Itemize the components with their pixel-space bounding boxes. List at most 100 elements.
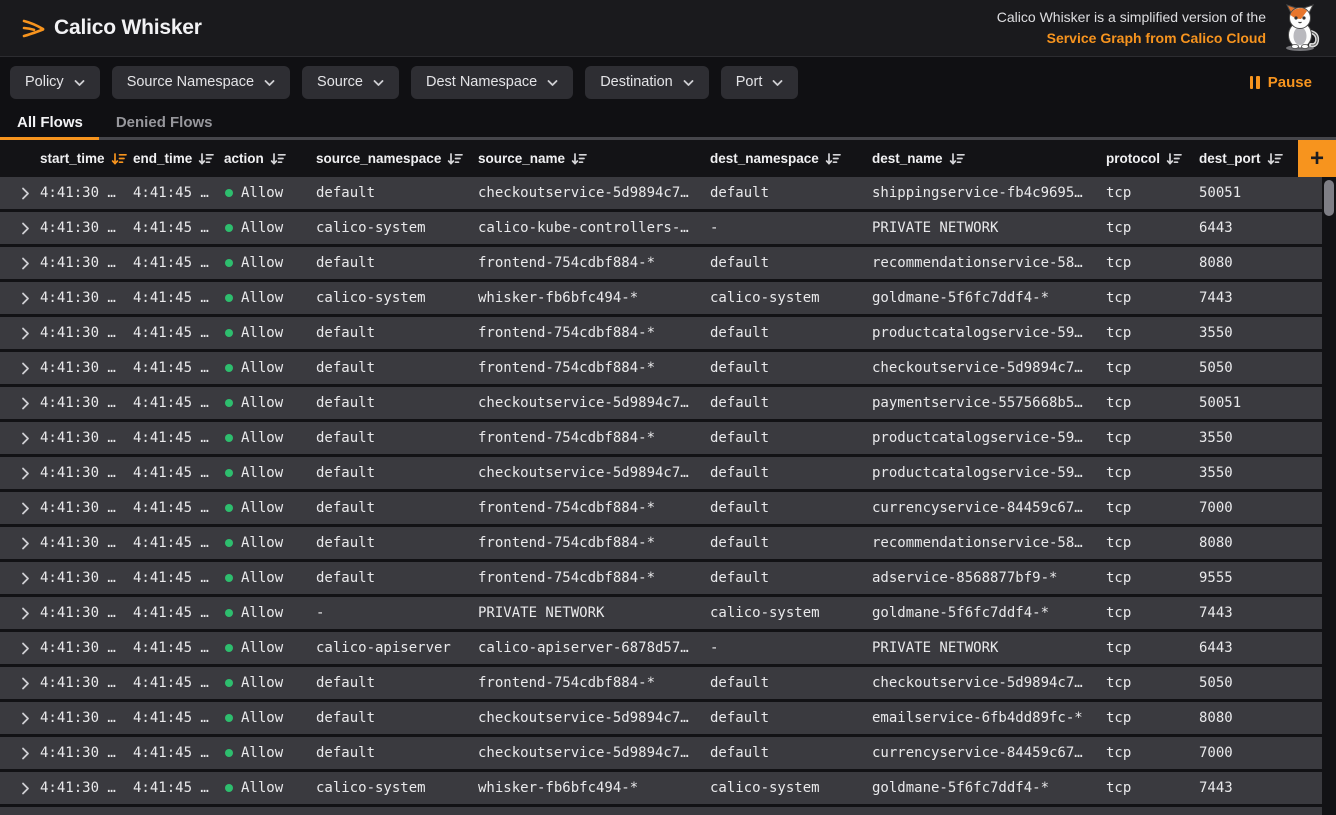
filter-dropdown-button[interactable]: Policy [10, 66, 100, 99]
column-header-label: protocol [1106, 151, 1160, 166]
cell-start-time: 4:41:30 … [40, 605, 133, 621]
expand-chevron-icon[interactable] [21, 537, 30, 550]
table-row[interactable]: 4:41:30 … 4:41:45 … Allow default checko… [0, 702, 1322, 734]
cell-protocol: tcp [1106, 185, 1199, 201]
cell-action: Allow [224, 255, 316, 271]
add-column-button[interactable]: + [1298, 140, 1336, 177]
filter-dropdown-button[interactable]: Destination [585, 66, 709, 99]
expand-chevron-icon[interactable] [21, 327, 30, 340]
table-row[interactable]: 4:41:30 … 4:41:45 … Allow default fronte… [0, 352, 1322, 384]
cell-dest-port: 9555 [1199, 570, 1322, 586]
expand-chevron-icon[interactable] [21, 747, 30, 760]
column-header-label: action [224, 151, 264, 166]
column-header[interactable]: action [224, 151, 316, 166]
cell-protocol: tcp [1106, 500, 1199, 516]
allow-status-dot [225, 434, 233, 442]
filter-dropdown-button[interactable]: Source Namespace [112, 66, 290, 99]
expand-chevron-icon[interactable] [21, 397, 30, 410]
expand-chevron-icon[interactable] [21, 222, 30, 235]
expand-chevron-icon[interactable] [21, 712, 30, 725]
table-row[interactable]: 4:41:30 … 4:41:45 … Allow default checko… [0, 457, 1322, 489]
filter-dropdown-button[interactable]: Dest Namespace [411, 66, 573, 99]
table-row[interactable]: 4:41:30 … 4:41:45 … Allow calico-apiserv… [0, 632, 1322, 664]
expand-chevron-icon[interactable] [21, 607, 30, 620]
cell-source-name: calico-kube-controllers-… [478, 220, 710, 236]
cell-dest-name: goldmane-5f6fc7ddf4-* [872, 780, 1106, 796]
pause-button[interactable]: Pause [1242, 70, 1320, 95]
cell-start-time: 4:41:30 … [40, 325, 133, 341]
cell-protocol: tcp [1106, 360, 1199, 376]
column-header[interactable]: dest_namespace [710, 151, 872, 166]
flows-table-body: 4:41:30 … 4:41:45 … Allow default checko… [0, 177, 1336, 815]
tagline-text: Calico Whisker is a simplified version o… [997, 7, 1266, 28]
expand-chevron-icon[interactable] [21, 642, 30, 655]
chevron-down-icon [772, 80, 783, 87]
table-row[interactable]: 4:41:30 … 4:41:45 … Allow default fronte… [0, 317, 1322, 349]
column-header[interactable]: start_time [40, 151, 133, 166]
cell-start-time: 4:41:30 … [40, 220, 133, 236]
chevron-down-icon [74, 80, 85, 87]
expand-chevron-icon[interactable] [21, 432, 30, 445]
column-header[interactable]: source_name [478, 151, 710, 166]
table-row[interactable]: 4:41:30 … 4:41:45 … Allow default fronte… [0, 527, 1322, 559]
cell-dest-namespace: default [710, 185, 872, 201]
cell-dest-namespace: default [710, 675, 872, 691]
expand-chevron-icon[interactable] [21, 677, 30, 690]
table-row[interactable]: 4:41:30 … 4:41:45 … Allow default fronte… [0, 492, 1322, 524]
expand-chevron-icon[interactable] [21, 187, 30, 200]
action-label: Allow [241, 430, 283, 446]
cell-source-namespace: default [316, 395, 478, 411]
cell-source-namespace: default [316, 710, 478, 726]
table-row[interactable]: 4:41:30 … 4:41:45 … Allow default fronte… [0, 562, 1322, 594]
cell-protocol: tcp [1106, 465, 1199, 481]
expand-chevron-icon[interactable] [21, 292, 30, 305]
allow-status-dot [225, 539, 233, 547]
table-row[interactable]: 4:41:30 … 4:41:45 … Allow calico-system … [0, 212, 1322, 244]
action-label: Allow [241, 325, 283, 341]
column-header[interactable]: dest_name [872, 151, 1106, 166]
cell-end-time: 4:41:45 … [133, 430, 224, 446]
cell-dest-namespace: default [710, 535, 872, 551]
scrollbar-thumb[interactable] [1324, 180, 1334, 216]
expand-chevron-icon[interactable] [21, 467, 30, 480]
action-label: Allow [241, 290, 283, 306]
table-row[interactable]: 4:41:30 … 4:41:45 … Allow default fronte… [0, 247, 1322, 279]
flows-tab[interactable]: All Flows [0, 107, 99, 140]
cell-dest-port: 8080 [1199, 535, 1322, 551]
tagline: Calico Whisker is a simplified version o… [997, 4, 1322, 52]
filter-label: Destination [600, 74, 673, 90]
table-row[interactable]: 4:41:30 … 4:41:45 … Allow - PRIVATE NETW… [0, 597, 1322, 629]
allow-status-dot [225, 504, 233, 512]
cell-dest-namespace: default [710, 745, 872, 761]
cell-dest-port: 3550 [1199, 465, 1322, 481]
column-header[interactable]: dest_port [1199, 151, 1296, 166]
expand-chevron-icon[interactable] [21, 782, 30, 795]
cell-source-namespace: default [316, 255, 478, 271]
column-header[interactable]: protocol [1106, 151, 1199, 166]
filter-dropdown-button[interactable]: Port [721, 66, 799, 99]
table-row[interactable]: 4:41:30 … 4:41:45 … Allow default checko… [0, 387, 1322, 419]
column-header[interactable]: source_namespace [316, 151, 478, 166]
table-row[interactable]: 4:41:30 … 4:41:45 … Allow default checko… [0, 177, 1322, 209]
table-row[interactable]: 4:41:30 … 4:41:45 … Allow calico-system … [0, 772, 1322, 804]
table-row[interactable]: 4:41:30 … 4:41:45 … Allow default fronte… [0, 667, 1322, 699]
cell-source-name: frontend-754cdbf884-* [478, 535, 710, 551]
expand-chevron-icon[interactable] [21, 362, 30, 375]
column-header[interactable]: end_time [133, 151, 224, 166]
service-graph-link[interactable]: Service Graph from Calico Cloud [1047, 30, 1266, 46]
table-row[interactable]: 4:41:30 … 4:41:45 … Allow default fronte… [0, 422, 1322, 454]
cell-end-time: 4:41:45 … [133, 360, 224, 376]
expand-chevron-icon[interactable] [21, 572, 30, 585]
table-row[interactable]: 4:41:30 … 4:41:45 … Allow default checko… [0, 737, 1322, 769]
cell-protocol: tcp [1106, 710, 1199, 726]
column-header-label: dest_namespace [710, 151, 819, 166]
expand-chevron-icon[interactable] [21, 257, 30, 270]
cell-end-time: 4:41:45 … [133, 535, 224, 551]
cell-dest-namespace: default [710, 500, 872, 516]
cell-source-name: frontend-754cdbf884-* [478, 430, 710, 446]
table-row[interactable]: 4:41:30 … 4:41:45 … Allow calico-system … [0, 282, 1322, 314]
flows-tab[interactable]: Denied Flows [99, 107, 229, 140]
cell-start-time: 4:41:30 … [40, 465, 133, 481]
expand-chevron-icon[interactable] [21, 502, 30, 515]
filter-dropdown-button[interactable]: Source [302, 66, 399, 99]
